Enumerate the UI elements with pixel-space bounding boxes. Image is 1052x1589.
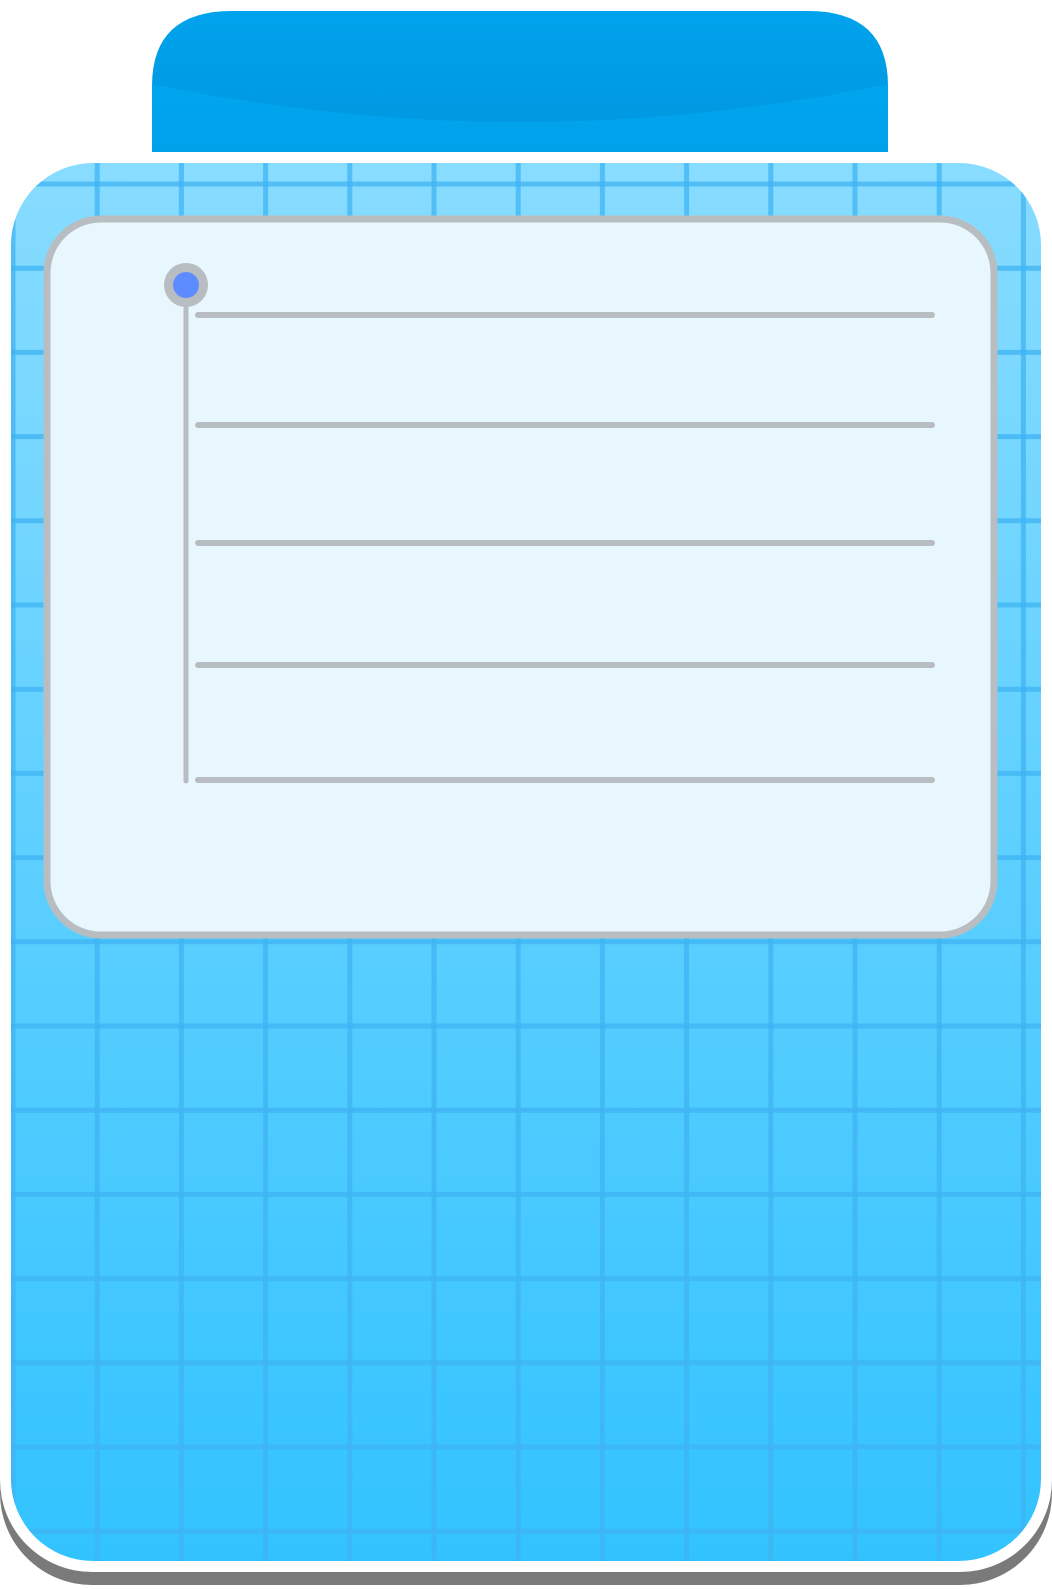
note-card (43, 215, 998, 939)
pin-icon (164, 263, 208, 307)
clipboard-illustration (0, 0, 1052, 1589)
clip-lid (152, 11, 888, 152)
clipboard-svg (0, 11, 1052, 1585)
